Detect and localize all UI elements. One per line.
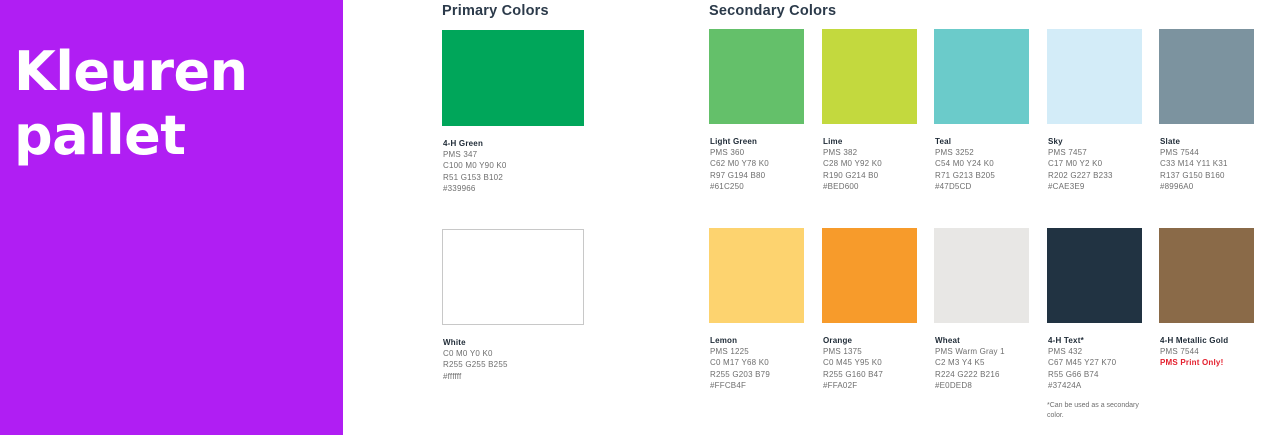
color-spec-line: R51 G153 B102	[443, 172, 503, 182]
color-spec-line: PMS 7544	[1160, 347, 1199, 357]
color-spec-line: C17 M0 Y2 K0	[1048, 159, 1103, 169]
color-chip	[1047, 228, 1142, 323]
color-chip	[442, 229, 584, 325]
color-name: Light Green	[710, 137, 758, 146]
color-spec-line: C0 M17 Y68 K0	[710, 358, 769, 368]
footnote: *Can be used as a secondary color.	[1047, 402, 1139, 419]
color-name: 4-H Metallic Gold	[1160, 336, 1229, 345]
color-spec-line: R224 G222 B216	[935, 369, 1000, 379]
color-chip	[442, 30, 584, 126]
color-spec-line: #FFA02F	[823, 380, 858, 390]
page-title: Kleuren pallet	[14, 40, 248, 168]
color-spec-line: #47D5CD	[935, 181, 972, 191]
color-spec-line: PMS Warm Gray 1	[935, 347, 1005, 357]
color-spec-line: R255 G203 B79	[710, 369, 770, 379]
color-spec-line: PMS 7544	[1160, 148, 1199, 158]
color-spec: Lemon PMS 1225 C0 M17 Y68 K0 R255 G203 B79 #…	[710, 335, 830, 391]
color-spec-line: C54 M0 Y24 K0	[935, 159, 994, 169]
color-chip	[822, 228, 917, 323]
color-name: Lemon	[710, 336, 738, 345]
color-name: White	[443, 338, 466, 347]
color-spec: Orange PMS 1375 C0 M45 Y95 K0 R255 G160 B47…	[823, 335, 943, 391]
color-spec: 4-H Green PMS 347 C100 M0 Y90 K0 R51 G153 B…	[443, 138, 563, 194]
color-spec-line: C28 M0 Y92 K0	[823, 159, 882, 169]
color-name: Orange	[823, 336, 853, 345]
color-spec: Teal PMS 3252 C54 M0 Y24 K0 R71 G213 B205 #4…	[935, 136, 1055, 192]
primary-colors-heading: Primary Colors	[442, 3, 549, 19]
color-spec: 4-H Metallic Gold PMS 7544 PMS Print Only!	[1160, 335, 1264, 369]
color-spec-line: PMS 347	[443, 150, 478, 160]
color-chip	[934, 29, 1029, 124]
color-chip	[1159, 29, 1254, 124]
color-spec-line: R97 G194 B80	[710, 170, 766, 180]
color-spec-line: C62 M0 Y78 K0	[710, 159, 769, 169]
title-line-2: pallet	[14, 104, 186, 167]
color-spec-line: PMS 360	[710, 148, 745, 158]
color-spec: Wheat PMS Warm Gray 1 C2 M3 Y4 K5 R224 G222…	[935, 335, 1055, 391]
color-spec-line: #37424A	[1048, 380, 1082, 390]
color-name: 4-H Text*	[1048, 336, 1084, 345]
color-spec-line: #BED600	[823, 181, 859, 191]
color-name: Teal	[935, 137, 952, 146]
color-spec-line: R255 G255 B255	[443, 360, 508, 370]
color-spec-line: R202 G227 B233	[1048, 170, 1113, 180]
color-spec: Light Green PMS 360 C62 M0 Y78 K0 R97 G194 …	[710, 136, 830, 192]
color-spec-line: C67 M45 Y27 K70	[1048, 358, 1117, 368]
color-spec-line: #CAE3E9	[1048, 181, 1085, 191]
color-name: Wheat	[935, 336, 960, 345]
color-name: Lime	[823, 137, 843, 146]
color-chip	[709, 228, 804, 323]
color-chip	[934, 228, 1029, 323]
color-spec: Sky PMS 7457 C17 M0 Y2 K0 R202 G227 B233 #CA…	[1048, 136, 1168, 192]
color-spec-line: C2 M3 Y4 K5	[935, 358, 985, 368]
color-spec-line: #ffffff	[443, 371, 462, 381]
color-name: Slate	[1160, 137, 1181, 146]
color-spec-line: PMS 382	[823, 148, 858, 158]
color-spec-line: PMS 432	[1048, 347, 1083, 357]
color-spec-line: #FFCB4F	[710, 380, 747, 390]
color-chip	[709, 29, 804, 124]
color-spec: Lime PMS 382 C28 M0 Y92 K0 R190 G214 B0 #BED…	[823, 136, 943, 192]
color-name: Sky	[1048, 137, 1063, 146]
color-spec-line: R190 G214 B0	[823, 170, 879, 180]
title-line-1: Kleuren	[14, 40, 248, 103]
color-spec: Slate PMS 7544 C33 M14 Y11 K31 R137 G150 B1…	[1160, 136, 1264, 192]
color-spec-line: PMS 1225	[710, 347, 749, 357]
color-chip	[822, 29, 917, 124]
color-spec-line: PMS 7457	[1048, 148, 1087, 158]
color-spec-line: #E0DED8	[935, 380, 972, 390]
color-name: 4-H Green	[443, 139, 484, 148]
color-spec-line: #339966	[443, 183, 476, 193]
color-spec-line: R137 G150 B160	[1160, 170, 1225, 180]
color-spec-line: C33 M14 Y11 K31	[1160, 159, 1228, 169]
color-spec-line: R255 G160 B47	[823, 369, 883, 379]
print-only-warning: PMS Print Only!	[1160, 358, 1224, 368]
color-spec: 4-H Text* PMS 432 C67 M45 Y27 K70 R55 G66 B…	[1048, 335, 1168, 391]
color-spec-line: #61C250	[710, 181, 744, 191]
color-spec-line: PMS 1375	[823, 347, 862, 357]
color-spec-line: R71 G213 B205	[935, 170, 995, 180]
color-spec-line: PMS 3252	[935, 148, 974, 158]
color-chip	[1159, 228, 1254, 323]
color-spec-line: C100 M0 Y90 K0	[443, 161, 507, 171]
color-spec-line: C0 M0 Y0 K0	[443, 349, 493, 359]
color-spec: White C0 M0 Y0 K0 R255 G255 B255 #ffffff	[443, 337, 563, 382]
title-panel: Kleuren pallet	[0, 0, 343, 435]
color-chip	[1047, 29, 1142, 124]
color-spec-line: C0 M45 Y95 K0	[823, 358, 882, 368]
color-spec-line: R55 G66 B74	[1048, 369, 1099, 379]
color-spec-line: #8996A0	[1160, 181, 1194, 191]
secondary-colors-heading: Secondary Colors	[709, 3, 837, 19]
